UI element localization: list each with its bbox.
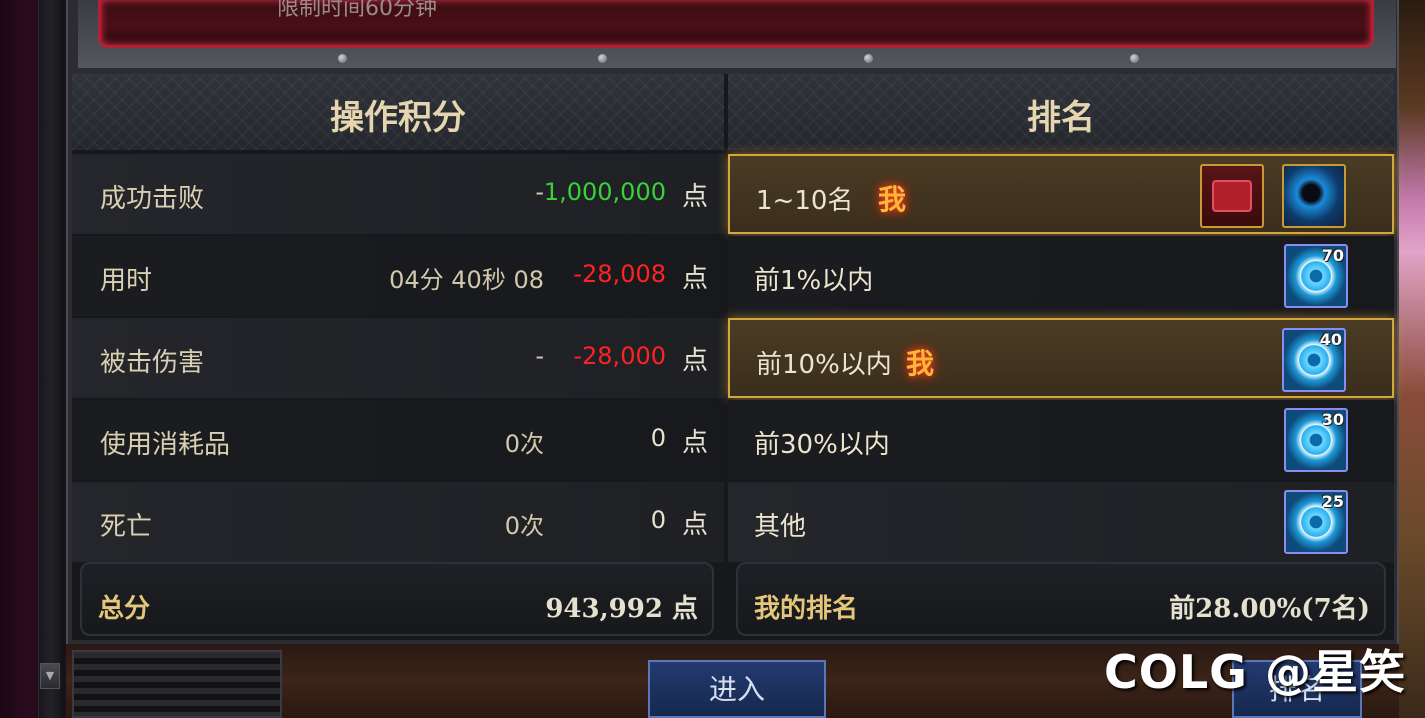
score-row: 用时 04分 40秒 08 -28,008 点 [72, 236, 724, 316]
score-value: 1,000,000 [543, 178, 666, 206]
score-detail: 0次 [504, 512, 544, 540]
score-value: -28,000 [573, 342, 666, 370]
scroll-down-button[interactable]: ▼ [40, 663, 60, 689]
reward-count: 30 [1321, 410, 1344, 429]
score-detail: - [535, 178, 544, 206]
score-value: 0 [650, 506, 666, 534]
rank-label: 前30%以内 [754, 430, 890, 460]
rank-row: 前1%以内 70 [728, 236, 1394, 316]
scrollbar-track[interactable] [38, 0, 62, 718]
rivet-icon [1130, 54, 1139, 63]
score-detail: - [535, 342, 544, 370]
score-label: 使用消耗品 [100, 430, 231, 460]
my-rank-label: 我的排名 [754, 594, 859, 624]
my-position-marker: 我 [878, 183, 907, 216]
rivet-icon [864, 54, 873, 63]
total-score-box: 总分 943,992 点 [80, 562, 714, 636]
score-label: 用时 [100, 266, 153, 296]
total-value: 943,992 点 [545, 594, 698, 624]
right-background [1397, 0, 1425, 718]
reward-count: 40 [1319, 330, 1342, 349]
rank-row: 前30%以内 30 [728, 400, 1394, 480]
score-value: 0 [650, 424, 666, 452]
rank-label: 前10%以内 [756, 350, 892, 380]
rivet-icon [598, 54, 607, 63]
gear-reward-icon[interactable]: 30 [1284, 408, 1348, 472]
my-rank-value: 前28.00%(7名) [1169, 594, 1370, 624]
score-detail: 04分 40秒 08 [389, 266, 544, 294]
score-unit: 点 [681, 264, 708, 294]
enter-button[interactable]: 进入 [648, 660, 826, 718]
score-label: 成功击败 [100, 184, 205, 214]
time-limit-text: 限制时间60分钟 [277, 0, 437, 21]
score-unit: 点 [681, 346, 708, 376]
score-row: 被击伤害 - -28,000 点 [72, 318, 724, 398]
gear-reward-icon[interactable]: 70 [1284, 244, 1348, 308]
score-label: 被击伤害 [100, 348, 205, 378]
score-row: 死亡 0次 0 点 [72, 482, 724, 562]
vent-decoration [72, 650, 282, 718]
rank-label: 1~10名 [756, 186, 854, 216]
watermark: COLG @星笑 [1104, 645, 1406, 699]
score-detail: 0次 [504, 430, 544, 458]
my-position-marker: 我 [906, 347, 935, 380]
gear-reward-icon[interactable]: 40 [1282, 328, 1346, 392]
rank-label: 前1%以内 [754, 266, 874, 296]
reward-count: 25 [1321, 492, 1344, 511]
score-header: 操作积分 [72, 74, 724, 150]
gear-reward-icon[interactable]: 25 [1284, 490, 1348, 554]
banner-plate: 限制时间60分钟 [98, 0, 1374, 48]
rank-header: 排名 [728, 74, 1394, 150]
score-unit: 点 [681, 182, 708, 212]
reward-count: 70 [1321, 246, 1344, 265]
score-row: 成功击败 - 1,000,000 点 [72, 154, 724, 234]
crest-reward-icon[interactable] [1200, 164, 1264, 228]
score-unit: 点 [681, 510, 708, 540]
score-unit: 点 [681, 428, 708, 458]
score-value: -28,008 [573, 260, 666, 288]
score-label: 死亡 [100, 512, 153, 542]
rank-label: 其他 [754, 512, 807, 542]
rivet-icon [338, 54, 347, 63]
total-label: 总分 [98, 594, 151, 624]
rank-row: 其他 25 [728, 482, 1394, 562]
score-row: 使用消耗品 0次 0 点 [72, 400, 724, 480]
rank-row-highlighted: 1~10名 我 [728, 154, 1394, 234]
orb-reward-icon[interactable] [1282, 164, 1346, 228]
rank-row-highlighted: 前10%以内 我 40 [728, 318, 1394, 398]
my-rank-box: 我的排名 前28.00%(7名) [736, 562, 1386, 636]
